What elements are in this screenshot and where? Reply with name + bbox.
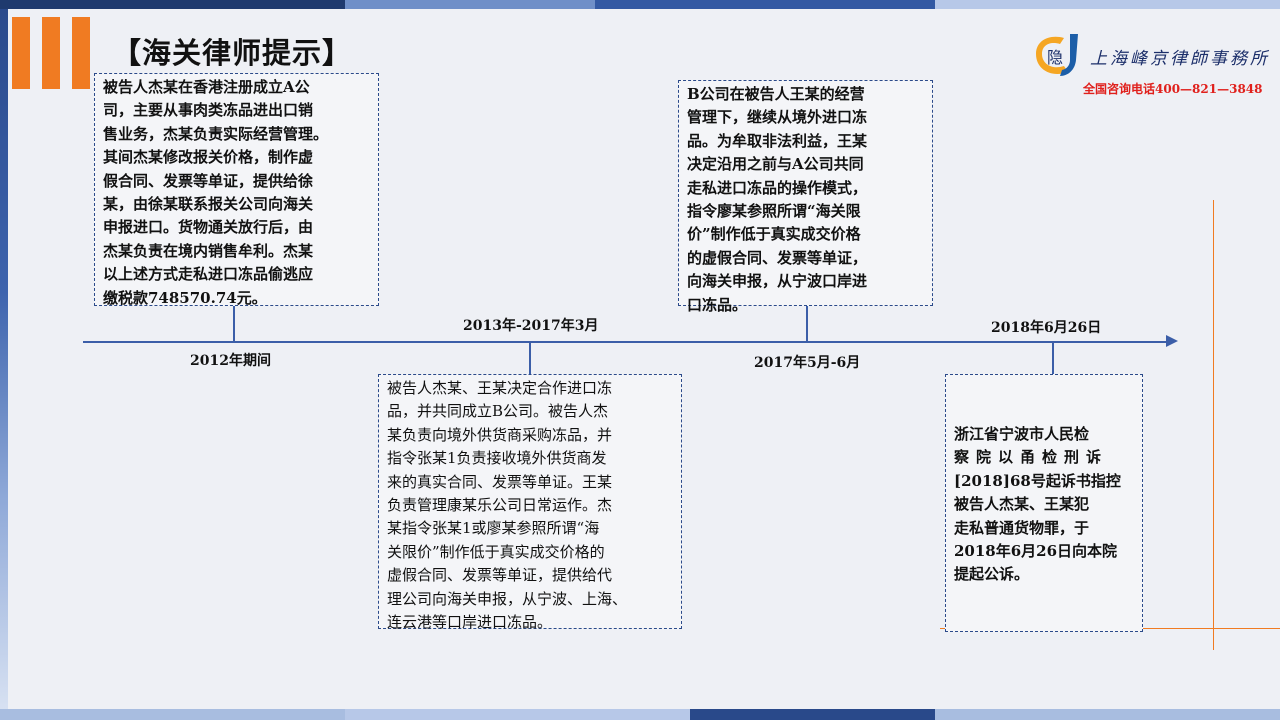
firm-name: 上海峰京律師事務所 — [1090, 49, 1270, 69]
event-text-line: 被告人杰某、王某决定合作进口冻 — [387, 379, 613, 397]
bottom-decorative-stripe — [0, 709, 1280, 720]
decorative-vertical-line — [1213, 200, 1214, 650]
event-text-line: 来的真实合同、发票等单证。王某 — [387, 472, 613, 491]
event-text-line: 假合同、发票等单证，提供给徐 — [103, 171, 314, 190]
event-text-line: 走私进口冻品的操作模式， — [687, 178, 868, 197]
page-title: 【海关律师提示】 — [112, 36, 353, 70]
event-text-line: 连云港等口岸进口冻品。 — [387, 613, 553, 632]
timeline-arrow-icon — [1166, 335, 1178, 347]
timeline-date-label: 2013年-2017年3月 — [463, 318, 599, 334]
left-decorative-band — [0, 9, 8, 709]
event-text-line: 口冻品。 — [687, 295, 748, 314]
event-text-line: 关限价”制作低于真实成交价格的 — [387, 542, 605, 561]
slide-background: 【海关律师提示】 隐 上海峰京律師事務所 全国咨询电话400—821—3848 … — [0, 0, 1280, 720]
timeline-tick — [529, 341, 531, 374]
event-text-line: 走私普通货物罪，于 — [954, 518, 1090, 537]
event-box-2018: 浙江省宁波市人民检 察院以甬检刑诉 [2018]68号起诉书指控 被告人杰某、王… — [945, 374, 1143, 632]
event-text-line: [2018]68号起诉书指控 — [954, 471, 1121, 490]
event-text-line: 其间杰某修改报关价格，制作虚 — [103, 148, 314, 167]
svg-text:隐: 隐 — [1047, 48, 1063, 67]
title-accent-bar — [12, 17, 30, 89]
timeline-date-label: 2012年期间 — [190, 353, 271, 369]
event-text-line: 负责管理康某乐公司日常运作。杰 — [387, 496, 613, 515]
title-accent-bar — [42, 17, 60, 89]
event-text-line: 某负责向境外供货商采购冻品，并 — [387, 425, 613, 444]
event-text-line: 杰某负责在境内销售牟利。杰某 — [103, 241, 314, 260]
event-text-line: 指令廖某参照所谓“海关限 — [687, 202, 861, 221]
top-decorative-stripe — [0, 0, 1280, 9]
event-text-line: 以上述方式走私进口冻品偷逃应 — [103, 265, 314, 284]
event-text-line: 品。为牟取非法利益，王某 — [687, 131, 868, 150]
event-box-2013-2017: 被告人杰某、王某决定合作进口冻 品，并共同成立B公司。被告人杰 某负责向境外供货… — [378, 374, 682, 631]
event-text-line: 申报进口。货物通关放行后，由 — [103, 218, 314, 237]
event-text-line: 浙江省宁波市人民检 — [954, 425, 1090, 443]
event-text-line: 缴税款748570.74元。 — [103, 288, 267, 307]
law-firm-logo-icon: 隐 — [1036, 34, 1078, 76]
event-text-line: 被告人杰某在香港注册成立A公 — [103, 78, 310, 96]
event-text-line: 某，由徐某联系报关公司向海关 — [103, 195, 314, 214]
event-text-line: 2018年6月26日向本院 — [954, 542, 1118, 561]
timeline-date-label: 2017年5月-6月 — [754, 355, 861, 371]
timeline-axis — [83, 341, 1173, 343]
event-text-line: 售业务，杰某负责实际经营管理。 — [103, 124, 329, 143]
event-text-line: 品，并共同成立B公司。被告人杰 — [387, 402, 609, 421]
event-box-2017: B公司在被告人王某的经营 管理下，继续从境外进口冻 品。为牟取非法利益，王某 决… — [678, 80, 933, 314]
title-accent-bar — [72, 17, 90, 89]
event-text-line: 的虚假合同、发票等单证， — [687, 248, 868, 267]
event-text-line: 管理下，继续从境外进口冻 — [687, 108, 868, 127]
event-text-line: B公司在被告人王某的经营 — [687, 85, 865, 103]
event-text-line: 指令张某1负责接收境外供货商发 — [387, 449, 607, 468]
event-box-2012: 被告人杰某在香港注册成立A公 司，主要从事肉类冻品进出口销 售业务，杰某负责实际… — [94, 73, 379, 307]
event-text-line: 价”制作低于真实成交价格 — [687, 225, 861, 244]
event-text-line: 提起公诉。 — [954, 565, 1030, 584]
event-text-line: 被告人杰某、王某犯 — [954, 495, 1090, 514]
event-text-line: 某指令张某1或廖某参照所谓“海 — [387, 519, 600, 538]
hotline-phone: 全国咨询电话400—821—3848 — [1083, 82, 1263, 96]
event-text-line: 决定沿用之前与A公司共同 — [687, 155, 864, 174]
event-text-line: 察院以甬检刑诉 — [954, 448, 1109, 467]
timeline-tick — [1052, 341, 1054, 374]
timeline-date-label: 2018年6月26日 — [991, 320, 1102, 336]
timeline-tick — [233, 305, 235, 342]
event-text-line: 向海关申报，从宁波口岸进 — [687, 272, 868, 291]
event-text-line: 司，主要从事肉类冻品进出口销 — [103, 101, 314, 120]
event-text-line: 理公司向海关申报，从宁波、上海、 — [387, 589, 628, 608]
event-text-line: 虚假合同、发票等单证，提供给代 — [387, 566, 613, 585]
